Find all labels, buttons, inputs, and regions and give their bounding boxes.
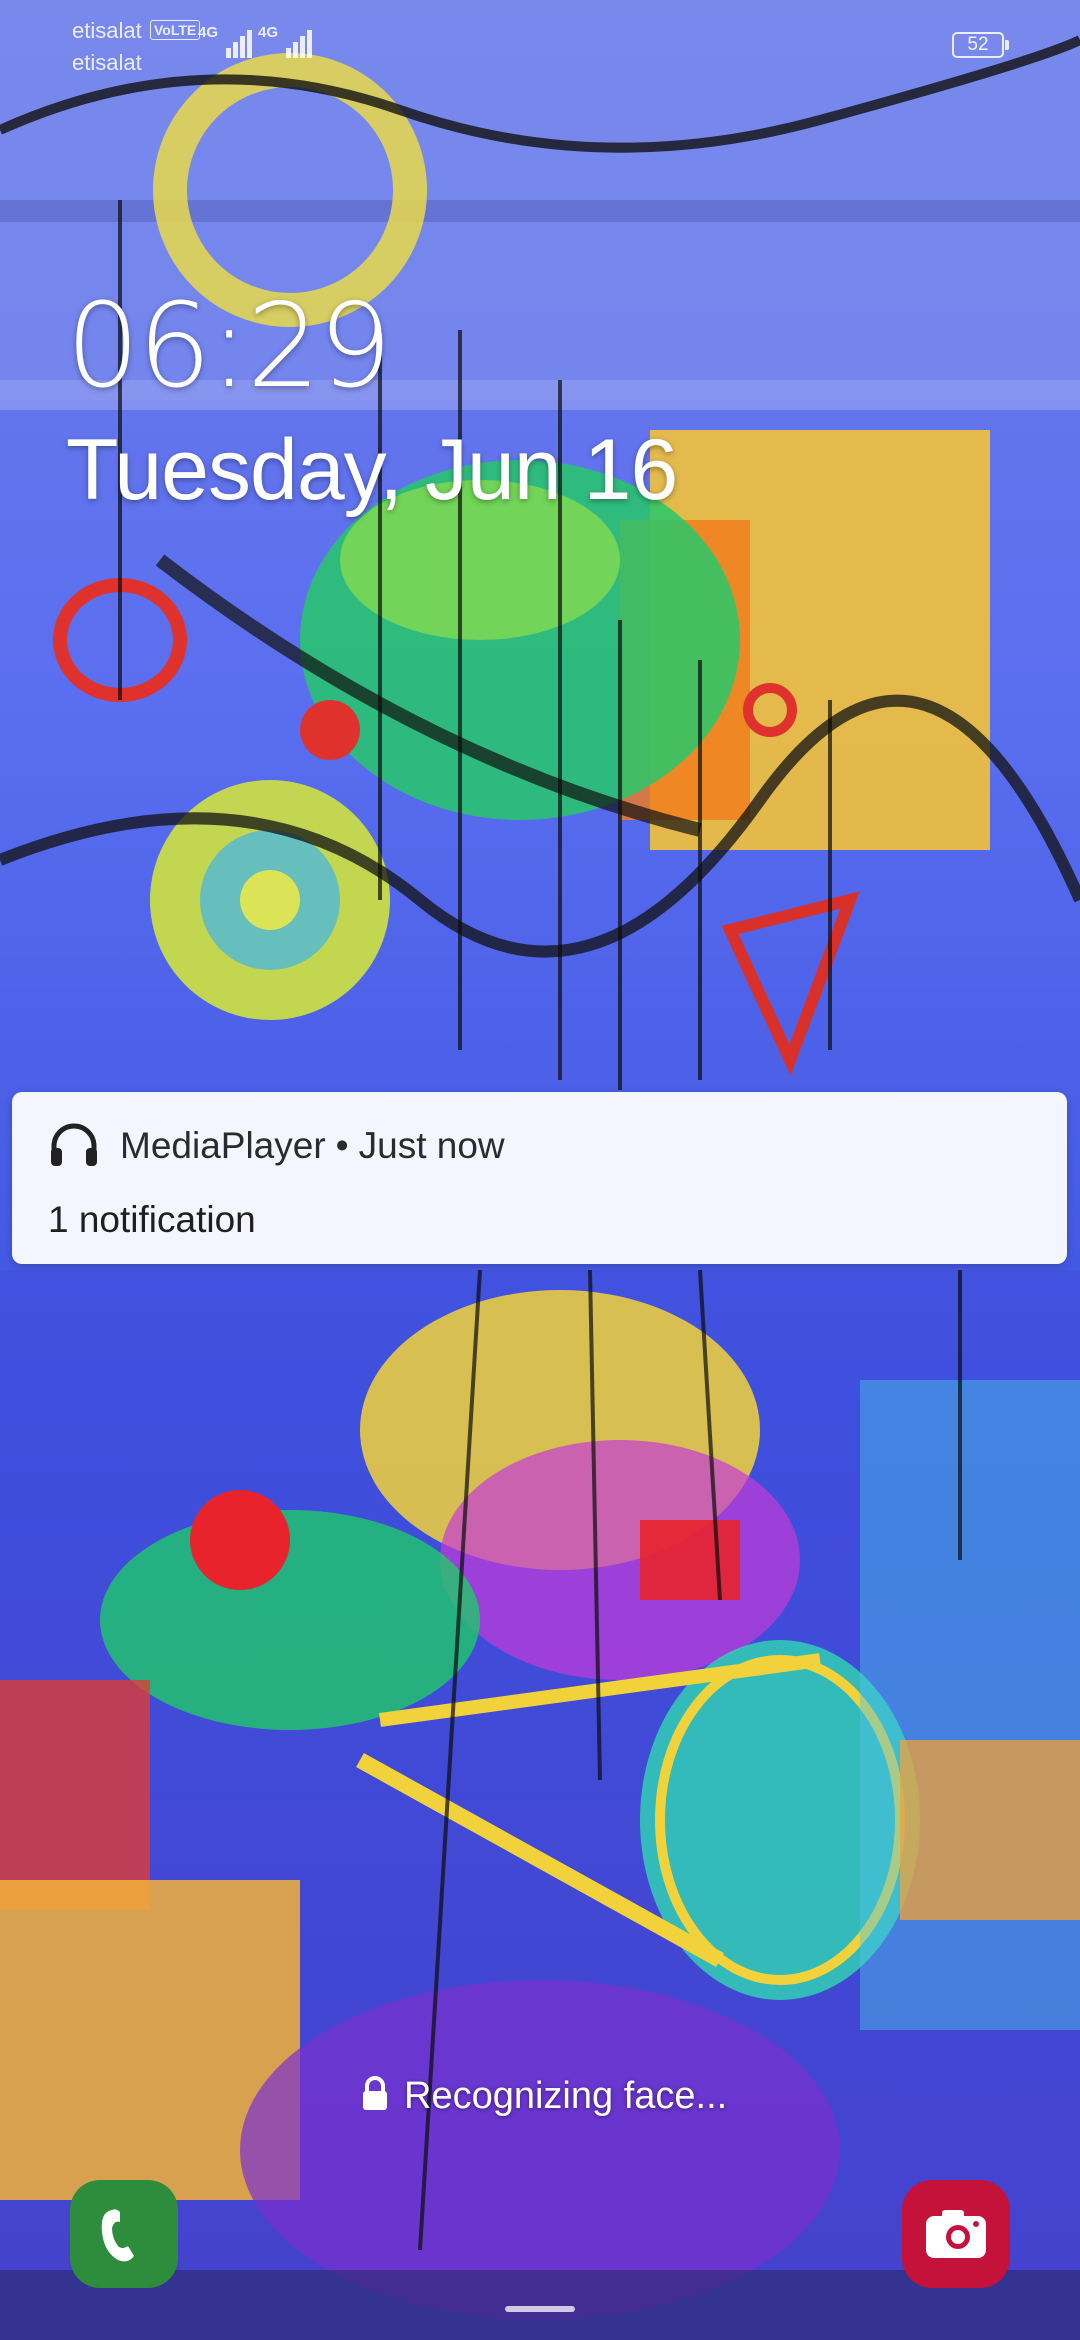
notification-app-name: MediaPlayer <box>120 1125 326 1166</box>
notification-body: 1 notification <box>48 1199 256 1240</box>
home-indicator[interactable] <box>505 2306 575 2312</box>
lock-screen: etisalat etisalat VoLTE 4G 4G 52 06:29 T… <box>0 0 1080 2340</box>
volte-badge: VoLTE <box>150 20 201 40</box>
face-unlock-text: Recognizing face... <box>404 2075 728 2117</box>
battery-level: 52 <box>967 34 989 55</box>
headphones-icon <box>51 1123 97 1166</box>
face-unlock-status: Recognizing face... <box>360 2068 727 2124</box>
notification-separator: • <box>335 1125 349 1166</box>
notification-time: Just now <box>358 1125 505 1166</box>
signal-bars-icon <box>216 22 252 58</box>
lockscreen-date: Tuesday, Jun 16 <box>66 422 678 518</box>
camera-shortcut-button[interactable] <box>902 2180 1010 2288</box>
network-type-1: 4G <box>198 24 219 41</box>
notification-header: MediaPlayer • Just now <box>120 1122 505 1170</box>
network-type-2: 4G <box>258 24 279 41</box>
lock-icon <box>363 2076 387 2110</box>
carrier-name-secondary: etisalat <box>72 50 142 75</box>
phone-shortcut-button[interactable] <box>70 2180 178 2288</box>
carrier-name-primary: etisalat <box>72 18 142 43</box>
lockscreen-clock: 06:29 <box>66 279 392 414</box>
camera-icon <box>926 2210 986 2258</box>
phone-icon <box>101 2209 134 2262</box>
signal-bars-icon <box>276 22 312 58</box>
status-bar: etisalat etisalat VoLTE 4G 4G 52 <box>0 0 1080 90</box>
notification-card[interactable]: MediaPlayer • Just now 1 notification <box>12 1092 1067 1264</box>
battery-icon: 52 <box>952 32 1009 58</box>
